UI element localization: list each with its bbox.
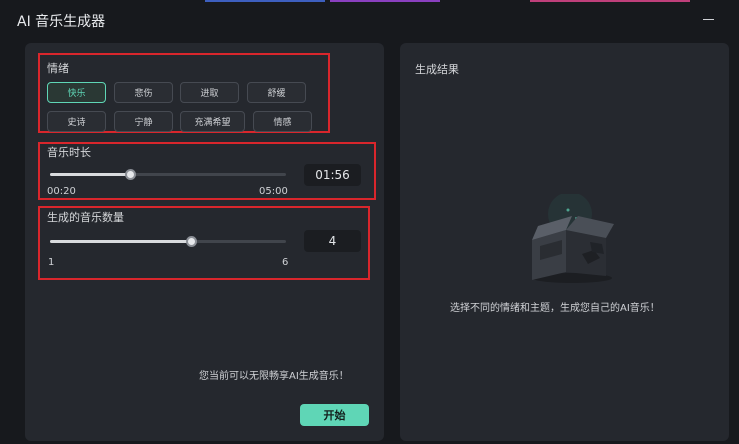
- count-slider-fill: [50, 240, 192, 243]
- duration-slider-handle[interactable]: [124, 169, 136, 180]
- title-bar: AI 音乐生成器: [0, 0, 739, 40]
- count-value-field[interactable]: 4: [304, 230, 361, 252]
- duration-label: 音乐时长: [47, 146, 91, 159]
- mood-option-hopeful[interactable]: 充满希望: [180, 111, 245, 132]
- mood-option-sad[interactable]: 悲伤: [114, 82, 173, 103]
- mood-option-soothing[interactable]: 舒缓: [247, 82, 306, 103]
- count-max: 6: [282, 257, 289, 268]
- count-min: 1: [48, 257, 55, 268]
- mood-option-aggressive[interactable]: 进取: [180, 82, 239, 103]
- mood-option-epic[interactable]: 史诗: [47, 111, 106, 132]
- promo-text: 您当前可以无限畅享AI生成音乐！: [199, 371, 349, 382]
- mood-label: 情绪: [47, 62, 69, 75]
- count-slider-track[interactable]: [50, 240, 286, 243]
- count-label: 生成的音乐数量: [47, 211, 124, 224]
- start-button[interactable]: 开始: [300, 404, 369, 426]
- minimize-button[interactable]: [698, 9, 720, 29]
- duration-slider-track[interactable]: [50, 173, 286, 176]
- mood-option-happy[interactable]: 快乐: [47, 82, 106, 103]
- empty-result-message: 选择不同的情绪和主题，生成您自己的AI音乐！: [450, 303, 660, 314]
- duration-value-field[interactable]: 01:56: [304, 164, 361, 186]
- duration-min: 00:20: [47, 186, 76, 197]
- result-label: 生成结果: [415, 63, 459, 76]
- duration-slider-fill: [50, 173, 131, 176]
- mood-option-emotional[interactable]: 情感: [253, 111, 312, 132]
- window-title: AI 音乐生成器: [17, 14, 106, 30]
- mood-option-calm[interactable]: 宁静: [114, 111, 173, 132]
- empty-box-icon: [532, 194, 614, 283]
- duration-max: 05:00: [259, 186, 288, 197]
